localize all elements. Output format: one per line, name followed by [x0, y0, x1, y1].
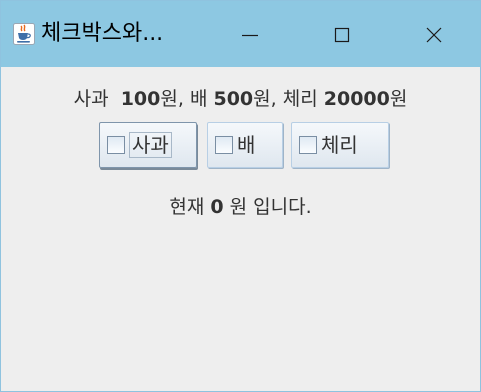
checkbox-label: 배 [237, 133, 256, 157]
minimize-button[interactable] [227, 15, 273, 55]
apple-checkbox[interactable]: 사과 [99, 122, 197, 168]
checkbox-label: 사과 [129, 132, 172, 158]
total-label: 현재 0 원 입니다. [1, 195, 480, 219]
window-title: 체크박스와... [41, 21, 164, 46]
price-info-label: 사과 100원, 배 500원, 체리 20000원 [1, 87, 480, 111]
app-window: 체크박스와... 사과 100원, 배 500원, 체리 20000원 사과 배… [0, 0, 481, 392]
maximize-button[interactable] [319, 15, 365, 55]
total-amount: 0 [210, 196, 224, 218]
pear-checkbox[interactable]: 배 [207, 122, 283, 168]
apple-name: 사과 [73, 88, 109, 110]
apple-unit: 원, [160, 88, 184, 110]
close-icon [426, 27, 442, 43]
checkbox-square-icon [107, 136, 125, 154]
pear-unit: 원, [253, 88, 277, 110]
pear-name: 배 [189, 88, 208, 110]
java-coffee-cup-icon[interactable] [13, 23, 35, 45]
content-pane: 사과 100원, 배 500원, 체리 20000원 사과 배 체리 현재 0 [1, 67, 480, 391]
cherry-price: 20000 [323, 88, 390, 110]
apple-price: 100 [120, 88, 161, 110]
title-bar[interactable]: 체크박스와... [1, 1, 480, 67]
checkbox-square-icon [299, 136, 317, 154]
maximize-icon [334, 27, 350, 43]
cherry-checkbox[interactable]: 체리 [291, 122, 389, 168]
close-button[interactable] [411, 15, 457, 55]
cherry-unit: 원 [389, 88, 408, 110]
total-prefix: 현재 [169, 196, 205, 218]
checkbox-label: 체리 [321, 133, 358, 157]
checkbox-square-icon [215, 136, 233, 154]
minimize-icon [242, 34, 258, 37]
total-suffix: 원 입니다. [229, 196, 312, 218]
pear-price: 500 [213, 88, 254, 110]
cherry-name: 체리 [282, 88, 318, 110]
